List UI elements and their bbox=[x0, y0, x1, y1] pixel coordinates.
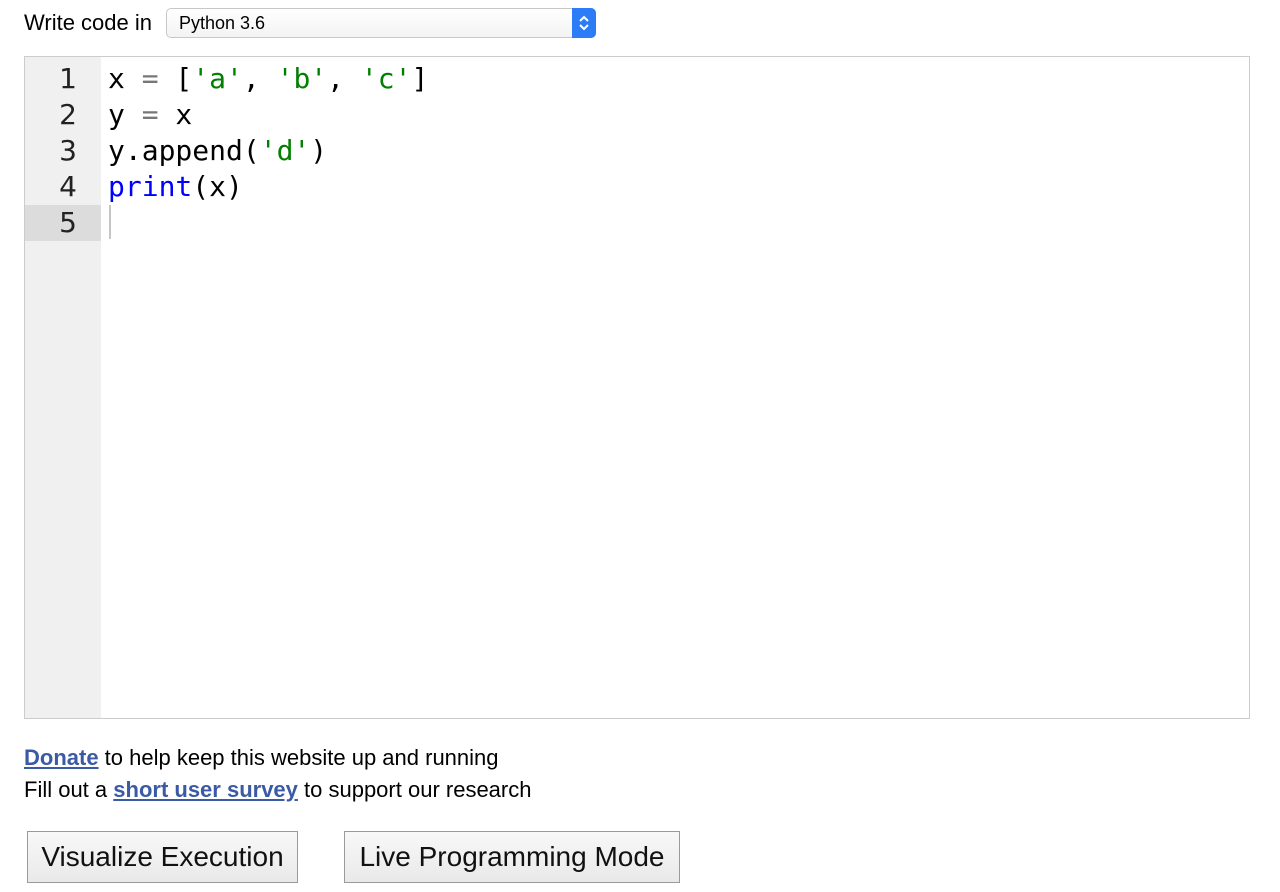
visualize-execution-button[interactable]: Visualize Execution bbox=[27, 831, 298, 883]
donate-line: Donate to help keep this website up and … bbox=[24, 742, 531, 774]
code-token: print bbox=[108, 170, 193, 203]
language-bar: Write code in Python 3.6 bbox=[24, 6, 596, 40]
line-number: 1 bbox=[59, 62, 77, 95]
live-programming-mode-button[interactable]: Live Programming Mode bbox=[344, 831, 680, 883]
survey-line: Fill out a short user survey to support … bbox=[24, 774, 531, 806]
donate-text: to help keep this website up and running bbox=[98, 745, 499, 770]
code-token: x bbox=[158, 98, 193, 131]
language-select[interactable]: Python 3.6 bbox=[165, 8, 596, 38]
code-line[interactable]: y.append('d') bbox=[108, 133, 327, 169]
updown-chevron-icon[interactable] bbox=[571, 8, 596, 38]
line-number: 3 bbox=[59, 134, 77, 167]
code-token: , bbox=[327, 62, 361, 95]
survey-suffix: to support our research bbox=[297, 777, 532, 802]
write-code-label: Write code in bbox=[24, 10, 152, 35]
code-token: [ bbox=[158, 62, 193, 95]
code-token: ] bbox=[411, 62, 429, 95]
code-token: y bbox=[108, 98, 142, 131]
text-cursor bbox=[109, 205, 111, 239]
line-number: 4 bbox=[59, 170, 77, 203]
code-token: ) bbox=[310, 134, 328, 167]
code-token: (x) bbox=[192, 170, 243, 203]
survey-link[interactable]: short user survey bbox=[113, 777, 298, 802]
code-token: = bbox=[141, 98, 159, 131]
survey-prefix: Fill out a bbox=[24, 777, 114, 802]
code-token: , bbox=[242, 62, 277, 95]
language-select-value: Python 3.6 bbox=[178, 12, 266, 33]
code-line[interactable]: print(x) bbox=[108, 169, 243, 205]
code-token: = bbox=[141, 62, 159, 95]
code-token: 'a' bbox=[192, 62, 243, 95]
donate-link[interactable]: Donate bbox=[24, 745, 99, 770]
code-editor[interactable]: 12345 x = ['a', 'b', 'c'] y = x y.append('… bbox=[24, 56, 1250, 719]
code-token: 'c' bbox=[360, 62, 412, 95]
code-line[interactable]: x = ['a', 'b', 'c'] bbox=[108, 61, 428, 97]
code-token: 'b' bbox=[276, 62, 328, 95]
code-token: y.append( bbox=[108, 134, 260, 167]
line-number: 5 bbox=[25, 205, 101, 241]
footer-notes: Donate to help keep this website up and … bbox=[24, 742, 531, 806]
code-line[interactable]: y = x bbox=[108, 97, 192, 133]
line-number: 2 bbox=[59, 98, 77, 131]
code-token: 'd' bbox=[259, 134, 311, 167]
code-token: x bbox=[108, 62, 142, 95]
